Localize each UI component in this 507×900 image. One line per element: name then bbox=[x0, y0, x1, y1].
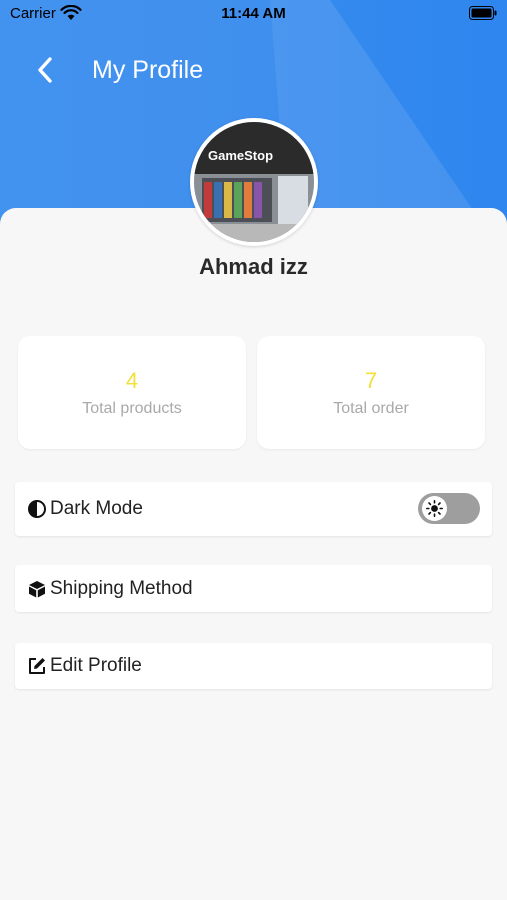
avatar[interactable]: GameStop bbox=[190, 118, 318, 246]
toggle-knob bbox=[422, 496, 447, 521]
sun-icon bbox=[426, 500, 443, 517]
status-time: 11:44 AM bbox=[221, 5, 286, 22]
stat-label: Total products bbox=[82, 400, 182, 417]
edit-profile-label: Edit Profile bbox=[50, 655, 142, 676]
profile-sheet bbox=[0, 208, 507, 900]
dark-mode-label: Dark Mode bbox=[50, 498, 143, 519]
avatar-photo: GameStop bbox=[194, 122, 314, 242]
stat-value: 4 bbox=[125, 368, 139, 393]
stat-card-total-order: 7 Total order bbox=[257, 336, 485, 449]
battery-icon bbox=[469, 6, 497, 20]
avatar-sign-text: GameStop bbox=[208, 148, 273, 163]
shipping-method-row[interactable]: Shipping Method bbox=[15, 565, 492, 612]
store-photo: GameStop bbox=[194, 122, 314, 242]
back-button[interactable] bbox=[28, 52, 62, 88]
edit-profile-row[interactable]: Edit Profile bbox=[15, 643, 492, 689]
edit-icon bbox=[27, 656, 47, 676]
chevron-left-icon bbox=[38, 57, 52, 83]
stat-value: 7 bbox=[364, 368, 378, 393]
contrast-icon bbox=[27, 499, 47, 519]
page-title: My Profile bbox=[92, 56, 204, 84]
shipping-method-label: Shipping Method bbox=[50, 577, 193, 599]
dark-mode-toggle[interactable] bbox=[418, 493, 480, 524]
stat-label: Total order bbox=[333, 400, 409, 417]
status-bar: Carrier 11:44 AM bbox=[0, 0, 507, 28]
user-name: Ahmad izz bbox=[199, 254, 308, 279]
dark-mode-row[interactable]: Dark Mode bbox=[15, 482, 492, 536]
box-icon bbox=[27, 579, 47, 599]
stat-card-total-products: 4 Total products bbox=[18, 336, 246, 449]
